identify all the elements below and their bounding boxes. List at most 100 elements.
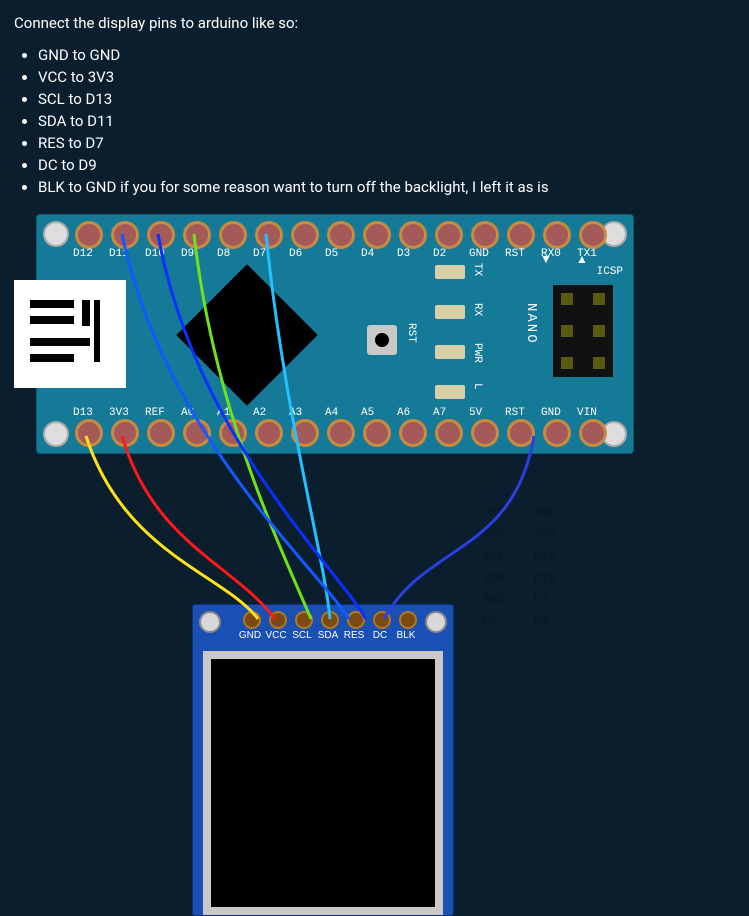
nano-top-pad [111,221,139,249]
connection-item: RES to D7 [38,134,735,152]
nano-top-pin-label: RST [505,249,525,260]
nano-bottom-pin-label: 3V3 [109,408,129,419]
legend-row: GND—GND [482,502,556,522]
nano-bottom-pad [75,419,103,447]
nano-bottom-pad [435,419,463,447]
nano-top-pin-label: D8 [217,249,230,260]
nano-bottom-pad [147,419,175,447]
legend-row: DC—D9 [482,612,556,632]
nano-bottom-pad [219,419,247,447]
nano-bottom-pin-label: REF [145,408,165,419]
nano-top-pin-label: RX0 [541,249,561,260]
connection-item: VCC to 3V3 [38,68,735,86]
nano-top-pin-label: D3 [397,249,410,260]
nano-bottom-pin-label: A1 [217,408,230,419]
nano-bottom-pad [291,419,319,447]
mounting-hole-icon [199,611,221,633]
display-screen [211,659,435,907]
nano-bottom-pin-label: D13 [73,408,93,419]
nano-top-pin-label: D10 [145,249,165,260]
wire [86,436,258,619]
board-name: NANO [524,303,538,345]
nano-top-pin-label: D12 [73,249,93,260]
reset-button-icon [367,325,397,355]
display-pad [373,611,391,629]
display-pin-label: RES [341,631,367,641]
status-led-icon [435,265,465,279]
connection-item: GND to GND [38,46,735,64]
status-led-label: RX [471,303,482,316]
nano-top-pin-label: TX1 [577,249,597,260]
display-pin-label: GND [237,631,263,641]
status-led-label: L [471,383,482,390]
nano-top-pad [435,221,463,249]
icsp-header-icon [553,285,613,377]
nano-top-pad [219,221,247,249]
display-module: GNDVCCSCLSDARESDCBLK [192,604,454,916]
display-pin-label: BLK [393,631,419,641]
connection-item: SDA to D11 [38,112,735,130]
legend-row: SCL—D13 [482,546,556,566]
display-pin-label: SCL [289,631,315,641]
nano-bottom-pad [255,419,283,447]
nano-top-pad [579,221,607,249]
legend-row: SDA—D11 [482,568,556,588]
mounting-hole-icon [43,221,69,247]
nano-bottom-pin-label: VIN [577,408,597,419]
nano-bottom-pin-label: A5 [361,408,374,419]
nano-top-pad [255,221,283,249]
legend-row: VCC—3V3 [482,524,556,544]
nano-top-pin-label: D11 [109,249,129,260]
nano-top-pad [183,221,211,249]
connection-item: DC to D9 [38,156,735,174]
nano-bottom-pin-label: A4 [325,408,338,419]
nano-top-pad [327,221,355,249]
legend-row: RES—D7 [482,590,556,610]
nano-top-pad [291,221,319,249]
display-pad [347,611,365,629]
connection-list: GND to GND VCC to 3V3 SCL to D13 SDA to D11… [38,46,735,196]
nano-bottom-pad [507,419,535,447]
nano-top-pin-label: D4 [361,249,374,260]
display-pad [295,611,313,629]
mounting-hole-icon [425,611,447,633]
nano-bottom-pin-label: GND [541,408,561,419]
legend-table: GND—GNDVCC—3V3SCL—D13SDA—D11RES—D7DC—D9 [480,500,558,634]
nano-bottom-pad [543,419,571,447]
nano-bottom-pin-label: A7 [433,408,446,419]
display-pin-label: DC [367,631,393,641]
nano-bottom-pin-label: A0 [181,408,194,419]
icsp-label: ICSP [597,267,623,278]
intro-text: Connect the display pins to arduino like… [14,14,735,32]
nano-top-pin-label: D6 [289,249,302,260]
status-led-icon [435,305,465,319]
nano-bottom-pad [363,419,391,447]
mcu-chip-icon [176,264,317,405]
status-led-label: PWR [471,343,482,363]
wire [122,436,275,619]
nano-top-pad [147,221,175,249]
nano-top-pin-label: D7 [253,249,266,260]
nano-bottom-pad [111,419,139,447]
nano-bottom-pin-label: RST [505,408,525,419]
nano-top-pin-label: D9 [181,249,194,260]
nano-bottom-pad [183,419,211,447]
nano-bottom-pad [579,419,607,447]
display-pin-label: SDA [315,631,341,641]
status-led-label: TX [471,263,482,276]
nano-top-pad [543,221,571,249]
nano-bottom-pin-label: A6 [397,408,410,419]
connection-item: BLK to GND if you for some reason want t… [38,178,735,196]
status-led-icon [435,345,465,359]
nano-bottom-pad [327,419,355,447]
connection-item: SCL to D13 [38,90,735,108]
nano-bottom-pin-label: 5V [469,408,482,419]
nano-top-pad [399,221,427,249]
display-pad [269,611,287,629]
nano-top-pad [75,221,103,249]
nano-bottom-pin-label: A3 [289,408,302,419]
usb-connector-icon [14,280,126,388]
mounting-hole-icon [43,421,69,447]
nano-bottom-pad [399,419,427,447]
nano-top-pad [471,221,499,249]
